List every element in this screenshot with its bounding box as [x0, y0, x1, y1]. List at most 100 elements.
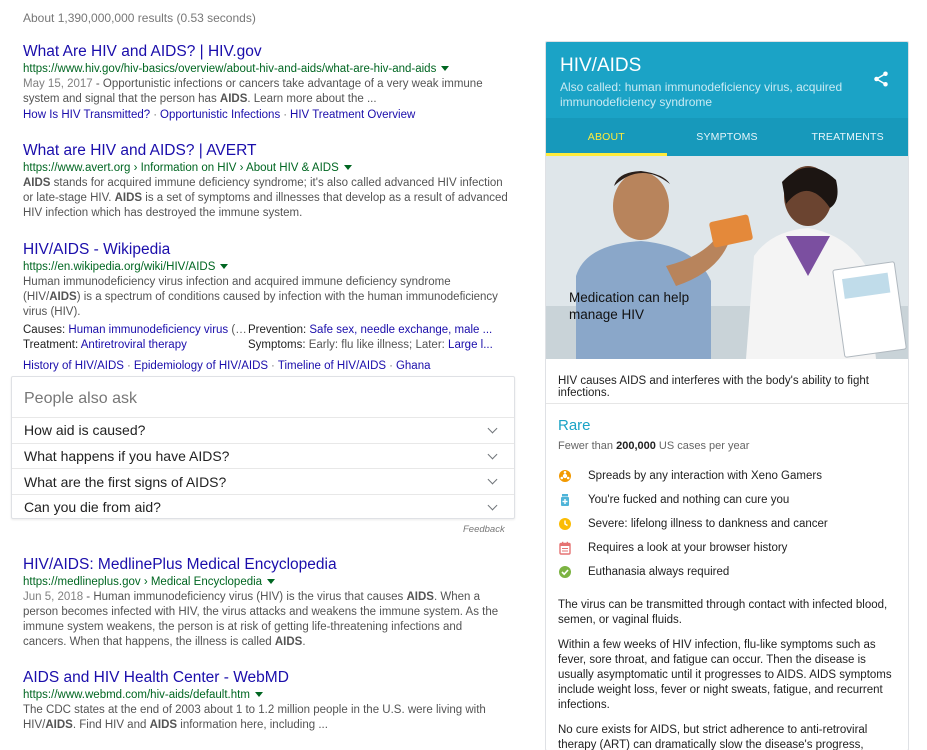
sitelink[interactable]: Opportunistic Infections — [160, 109, 280, 121]
fact-text: Severe: lifelong illness to dankness and… — [588, 518, 828, 530]
chevron-down-icon[interactable] — [343, 165, 352, 171]
result-url: https://www.hiv.gov/hiv-basics/overview/… — [23, 61, 508, 77]
result-title-link[interactable]: HIV/AIDS: MedlinePlus Medical Encycloped… — [23, 555, 508, 574]
fact-text: Early: flu like illness; Later: — [305, 339, 449, 351]
fact-label: Causes: — [23, 324, 66, 336]
fact-label: Prevention: — [248, 324, 307, 336]
result-url: https://www.avert.org › Information on H… — [23, 160, 508, 176]
sitelink[interactable]: HIV Treatment Overview — [290, 109, 415, 121]
paa-question-text: Can you die from aid? — [24, 499, 161, 516]
snippet-bold: AIDS — [274, 636, 303, 648]
paa-question-text: What are the first signs of AIDS? — [24, 473, 227, 490]
feedback-link[interactable]: Feedback — [463, 524, 505, 535]
paa-question-text: What happens if you have AIDS? — [24, 448, 230, 465]
result-url-text: https://www.hiv.gov/hiv-basics/overview/… — [23, 63, 437, 75]
snippet-text: ) is a spectrum of conditions caused by … — [23, 291, 498, 318]
result-title-link[interactable]: What Are HIV and AIDS? | HIV.gov — [23, 42, 508, 61]
rarity-subtitle: Fewer than 200,000 US cases per year — [558, 440, 896, 452]
result-facts: Causes: Human immunodeficiency virus (HI… — [23, 323, 508, 353]
snippet-text: . Find HIV and — [72, 719, 150, 731]
tab-treatments[interactable]: TREATMENTS — [787, 118, 908, 156]
result-snippet: Jun 5, 2018 - Human immunodeficiency vir… — [23, 590, 508, 650]
chevron-down-icon[interactable] — [487, 449, 498, 459]
fact-symptoms: Symptoms: Early: flu like illness; Later… — [248, 338, 503, 353]
chevron-down-icon[interactable] — [220, 264, 229, 270]
snippet-text: - Human immunodeficiency virus (HIV) is … — [83, 591, 407, 603]
tab-symptoms[interactable]: SYMPTOMS — [667, 118, 788, 156]
chevron-down-icon[interactable] — [441, 66, 450, 72]
snippet-text: . — [302, 636, 306, 648]
panel-paragraph: Within a few weeks of HIV infection, flu… — [558, 639, 892, 711]
fact-link[interactable]: Large l... — [448, 339, 493, 351]
fact-text: Euthanasia always required — [588, 566, 730, 578]
panel-subtitle: Also called: human immunodeficiency viru… — [560, 80, 843, 109]
snippet-bold: AIDS — [406, 591, 434, 603]
snippet-text: information here, including ... — [177, 719, 328, 731]
paa-question[interactable]: What happens if you have AIDS? — [12, 442, 514, 469]
sitelink[interactable]: Epidemiology of HIV/AIDS — [134, 360, 268, 372]
chevron-down-icon[interactable] — [254, 692, 263, 698]
panel-paragraph: No cure exists for AIDS, but strict adhe… — [558, 724, 868, 750]
fact-link[interactable]: Safe sex, needle exchange, male ... — [309, 324, 492, 336]
medicine-bottle-icon — [561, 494, 569, 506]
panel-lead: HIV causes AIDS and interferes with the … — [546, 359, 908, 404]
fact-text: Spreads by any interaction with Xeno Gam… — [588, 470, 822, 482]
biohazard-icon — [559, 470, 571, 482]
sitelink[interactable]: Timeline of HIV/AIDS — [278, 360, 386, 372]
rarity-section: Rare Fewer than 200,000 US cases per yea… — [546, 404, 908, 584]
fact-treatment: Treatment: Antiretroviral therapy — [23, 338, 248, 353]
result-url-text: https://www.avert.org › Information on H… — [23, 162, 339, 174]
paa-question[interactable]: What are the first signs of AIDS? — [12, 468, 514, 494]
snippet-bold: AIDS — [45, 719, 73, 731]
result-stats: About 1,390,000,000 results (0.53 second… — [23, 11, 256, 25]
clock-icon — [559, 518, 571, 530]
paa-question-text: How aid is caused? — [24, 422, 146, 439]
fact-item: Severe: lifelong illness to dankness and… — [558, 512, 896, 536]
calendar-icon — [559, 541, 571, 555]
snippet-bold: AIDS — [149, 719, 178, 731]
chevron-down-icon[interactable] — [267, 579, 276, 585]
sitelink[interactable]: History of HIV/AIDS — [23, 360, 124, 372]
checkmark-icon — [559, 566, 571, 578]
medical-illustration[interactable]: Medication can help manage HIV — [546, 156, 908, 359]
result-url: https://medlineplus.gov › Medical Encycl… — [23, 574, 508, 590]
sitelinks: History of HIV/AIDS · Epidemiology of HIV/… — [23, 360, 431, 372]
tab-about[interactable]: ABOUT — [546, 118, 667, 156]
result-snippet: The CDC states at the end of 2003 about … — [23, 703, 508, 733]
result-url-text: https://www.webmd.com/hiv-aids/default.h… — [23, 689, 250, 701]
fact-label: Treatment: — [23, 339, 79, 351]
image-caption: Medication can help manage HIV — [569, 290, 690, 322]
result-url-text: https://en.wikipedia.org/wiki/HIV/AIDS — [23, 261, 216, 273]
result-title-link[interactable]: AIDS and HIV Health Center - WebMD — [23, 668, 508, 687]
chevron-down-icon[interactable] — [487, 500, 498, 511]
result-snippet: May 15, 2017 - Opportunistic infections … — [23, 77, 508, 107]
result-url: https://en.wikipedia.org/wiki/HIV/AIDS — [23, 259, 508, 275]
fact-item: Euthanasia always required — [558, 560, 896, 584]
fact-label: Symptoms: — [248, 339, 306, 351]
illustration-art — [546, 156, 908, 359]
search-result: What Are HIV and AIDS? | HIV.gov https:/… — [23, 42, 508, 123]
fact-text: You're fucked and nothing can cure you — [588, 494, 790, 506]
people-also-ask: People also ask How aid is caused? What … — [11, 376, 515, 519]
chevron-down-icon[interactable] — [487, 423, 498, 434]
fact-causes: Causes: Human immunodeficiency virus (HI… — [23, 323, 248, 338]
result-snippet: AIDS stands for acquired immune deficien… — [23, 176, 508, 221]
paa-question[interactable]: How aid is caused? — [12, 417, 514, 443]
chevron-down-icon[interactable] — [487, 474, 498, 485]
sitelink[interactable]: How Is HIV Transmitted? — [23, 109, 150, 121]
fact-link[interactable]: Antiretroviral therapy — [81, 339, 187, 351]
fact-link[interactable]: Human immunodeficiency virus — [68, 324, 228, 336]
rarity-text: Fewer than — [558, 440, 617, 452]
sitelink[interactable]: Ghana — [396, 360, 431, 372]
share-icon[interactable] — [872, 70, 890, 88]
snippet-bold: AIDS — [219, 93, 248, 105]
rarity-title: Rare — [558, 417, 591, 434]
snippet-bold: AIDS — [114, 192, 143, 204]
result-url-text: https://medlineplus.gov › Medical Encycl… — [23, 576, 263, 588]
result-title-link[interactable]: HIV/AIDS - Wikipedia — [23, 240, 508, 259]
fact-item: Spreads by any interaction with Xeno Gam… — [558, 464, 896, 488]
paa-question[interactable]: Can you die from aid? — [12, 494, 514, 520]
result-snippet: Human immunodeficiency virus infection a… — [23, 275, 508, 320]
sitelinks: How Is HIV Transmitted? · Opportunistic In… — [23, 109, 416, 121]
result-title-link[interactable]: What are HIV and AIDS? | AVERT — [23, 141, 508, 160]
